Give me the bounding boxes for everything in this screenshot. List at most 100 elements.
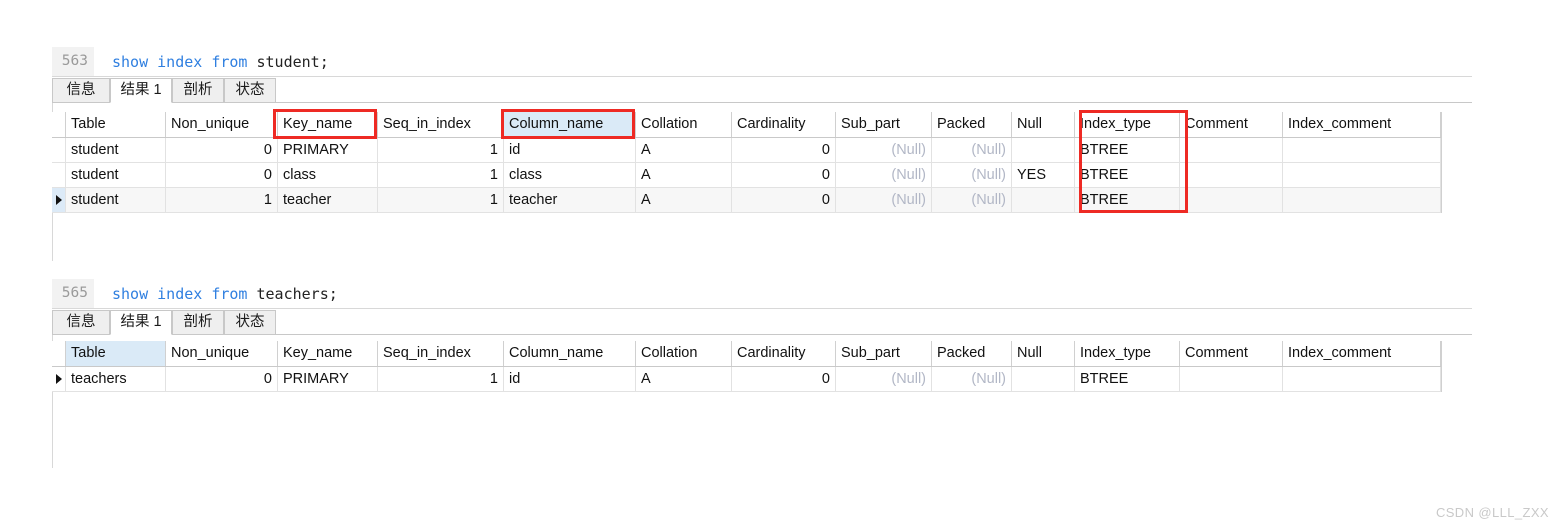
col-header-sub-part[interactable]: Sub_part [836,112,932,137]
col-header-index-type[interactable]: Index_type [1075,112,1180,137]
cell-key-name[interactable]: teacher [278,188,378,212]
cell-table[interactable]: student [66,138,166,162]
cell-non-unique[interactable]: 1 [166,188,278,212]
row-marker[interactable] [52,188,66,212]
table-row[interactable]: teachers 0 PRIMARY 1 id A 0 (Null) (Null… [52,367,1441,392]
table-row[interactable]: student 1 teacher 1 teacher A 0 (Null) (… [52,188,1441,213]
col-header-cardinality[interactable]: Cardinality [732,112,836,137]
col-header-seq-in-index[interactable]: Seq_in_index [378,112,504,137]
cell-non-unique[interactable]: 0 [166,367,278,391]
col-header-column-name[interactable]: Column_name [504,341,636,366]
cell-seq-in-index[interactable]: 1 [378,163,504,187]
cell-seq-in-index[interactable]: 1 [378,138,504,162]
cell-sub-part[interactable]: (Null) [836,188,932,212]
cell-cardinality[interactable]: 0 [732,188,836,212]
cell-packed[interactable]: (Null) [932,138,1012,162]
cell-collation[interactable]: A [636,163,732,187]
result-grid-2[interactable]: Table Non_unique Key_name Seq_in_index C… [52,341,1442,392]
cell-cardinality[interactable]: 0 [732,367,836,391]
col-header-null[interactable]: Null [1012,341,1075,366]
cell-comment[interactable] [1180,188,1283,212]
cell-table[interactable]: student [66,163,166,187]
tab-info-1[interactable]: 信息 [52,78,110,103]
cell-seq-in-index[interactable]: 1 [378,188,504,212]
tab-info-2[interactable]: 信息 [52,310,110,335]
cell-index-comment[interactable] [1283,163,1441,187]
cell-non-unique[interactable]: 0 [166,163,278,187]
cell-column-name[interactable]: teacher [504,188,636,212]
col-header-index-type[interactable]: Index_type [1075,341,1180,366]
row-marker[interactable] [52,367,66,391]
cell-seq-in-index[interactable]: 1 [378,367,504,391]
cell-cardinality[interactable]: 0 [732,163,836,187]
col-header-cardinality[interactable]: Cardinality [732,341,836,366]
cell-column-name[interactable]: id [504,138,636,162]
col-header-packed[interactable]: Packed [932,112,1012,137]
cell-cardinality[interactable]: 0 [732,138,836,162]
col-header-column-name[interactable]: Column_name [504,112,636,137]
col-header-collation[interactable]: Collation [636,112,732,137]
cell-sub-part[interactable]: (Null) [836,138,932,162]
col-header-comment[interactable]: Comment [1180,341,1283,366]
cell-collation[interactable]: A [636,367,732,391]
cell-table[interactable]: teachers [66,367,166,391]
cell-packed[interactable]: (Null) [932,163,1012,187]
tab-status-2[interactable]: 状态 [224,310,276,335]
row-marker-header [52,112,66,137]
tab-result-1[interactable]: 结果 1 [110,78,172,103]
col-header-non-unique[interactable]: Non_unique [166,112,278,137]
col-header-sub-part[interactable]: Sub_part [836,341,932,366]
tab-profile-2[interactable]: 剖析 [172,310,224,335]
col-header-collation[interactable]: Collation [636,341,732,366]
result-grid-1[interactable]: Table Non_unique Key_name Seq_in_index C… [52,112,1442,213]
col-header-seq-in-index[interactable]: Seq_in_index [378,341,504,366]
cell-index-comment[interactable] [1283,138,1441,162]
cell-table[interactable]: student [66,188,166,212]
cell-column-name[interactable]: class [504,163,636,187]
grid-header-row-1: Table Non_unique Key_name Seq_in_index C… [52,112,1441,138]
col-header-comment[interactable]: Comment [1180,112,1283,137]
col-header-null[interactable]: Null [1012,112,1075,137]
table-row[interactable]: student 0 class 1 class A 0 (Null) (Null… [52,163,1441,188]
row-marker[interactable] [52,138,66,162]
col-header-non-unique[interactable]: Non_unique [166,341,278,366]
cell-sub-part[interactable]: (Null) [836,163,932,187]
cell-packed[interactable]: (Null) [932,188,1012,212]
cell-index-comment[interactable] [1283,188,1441,212]
col-header-key-name[interactable]: Key_name [278,112,378,137]
tab-profile-1[interactable]: 剖析 [172,78,224,103]
cell-index-type[interactable]: BTREE [1075,163,1180,187]
cell-collation[interactable]: A [636,188,732,212]
cell-null[interactable] [1012,367,1075,391]
row-marker[interactable] [52,163,66,187]
cell-null[interactable] [1012,138,1075,162]
cell-key-name[interactable]: PRIMARY [278,367,378,391]
col-header-index-comment[interactable]: Index_comment [1283,341,1441,366]
col-header-table[interactable]: Table [66,341,166,366]
cell-comment[interactable] [1180,138,1283,162]
sql-editor-line-565[interactable]: 565 show index from teachers; [52,279,1472,309]
cell-index-type[interactable]: BTREE [1075,367,1180,391]
cell-key-name[interactable]: class [278,163,378,187]
cell-null[interactable]: YES [1012,163,1075,187]
cell-non-unique[interactable]: 0 [166,138,278,162]
cell-sub-part[interactable]: (Null) [836,367,932,391]
cell-key-name[interactable]: PRIMARY [278,138,378,162]
cell-collation[interactable]: A [636,138,732,162]
col-header-packed[interactable]: Packed [932,341,1012,366]
table-row[interactable]: student 0 PRIMARY 1 id A 0 (Null) (Null)… [52,138,1441,163]
cell-index-comment[interactable] [1283,367,1441,391]
cell-null[interactable] [1012,188,1075,212]
cell-comment[interactable] [1180,163,1283,187]
tab-status-1[interactable]: 状态 [224,78,276,103]
cell-index-type[interactable]: BTREE [1075,138,1180,162]
sql-editor-line-563[interactable]: 563 show index from student; [52,47,1472,77]
col-header-key-name[interactable]: Key_name [278,341,378,366]
cell-index-type[interactable]: BTREE [1075,188,1180,212]
cell-column-name[interactable]: id [504,367,636,391]
cell-comment[interactable] [1180,367,1283,391]
cell-packed[interactable]: (Null) [932,367,1012,391]
tab-result-2[interactable]: 结果 1 [110,310,172,335]
col-header-table[interactable]: Table [66,112,166,137]
col-header-index-comment[interactable]: Index_comment [1283,112,1441,137]
